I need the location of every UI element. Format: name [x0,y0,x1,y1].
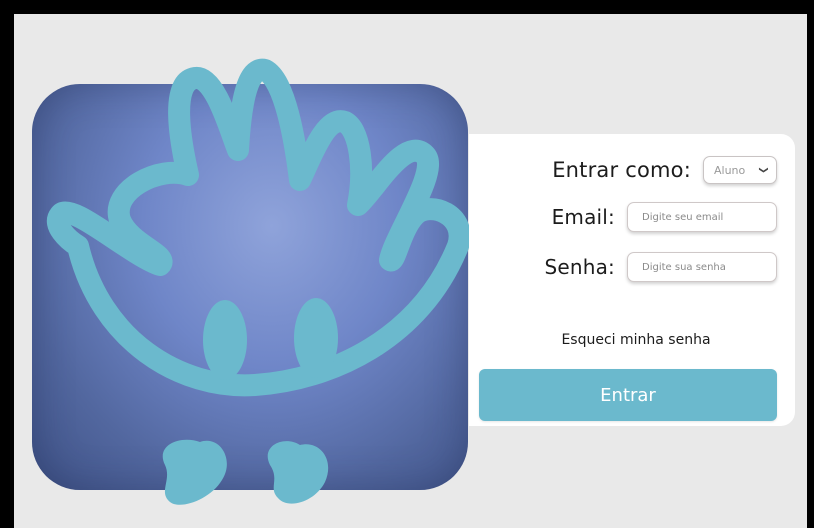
role-label: Entrar como: [552,158,691,182]
mascot-logo [30,40,470,516]
role-select[interactable]: Aluno ❯ [703,156,777,184]
login-button[interactable]: Entrar [479,369,777,421]
chevron-down-icon: ❯ [758,166,769,174]
password-row: Senha: [544,252,777,282]
app-screen: Entrar como: Aluno ❯ Email: Senha: Esque… [14,14,807,528]
role-row: Entrar como: Aluno ❯ [552,156,777,184]
password-field[interactable] [627,252,777,282]
mascot-logo-icon [47,58,470,505]
email-row: Email: [552,202,777,232]
forgot-password-link[interactable]: Esqueci minha senha [469,332,795,348]
password-label: Senha: [544,255,615,279]
email-label: Email: [551,205,615,229]
role-select-value: Aluno [714,163,746,177]
email-field[interactable] [627,202,777,232]
login-card: Entrar como: Aluno ❯ Email: Senha: Esque… [469,134,795,426]
